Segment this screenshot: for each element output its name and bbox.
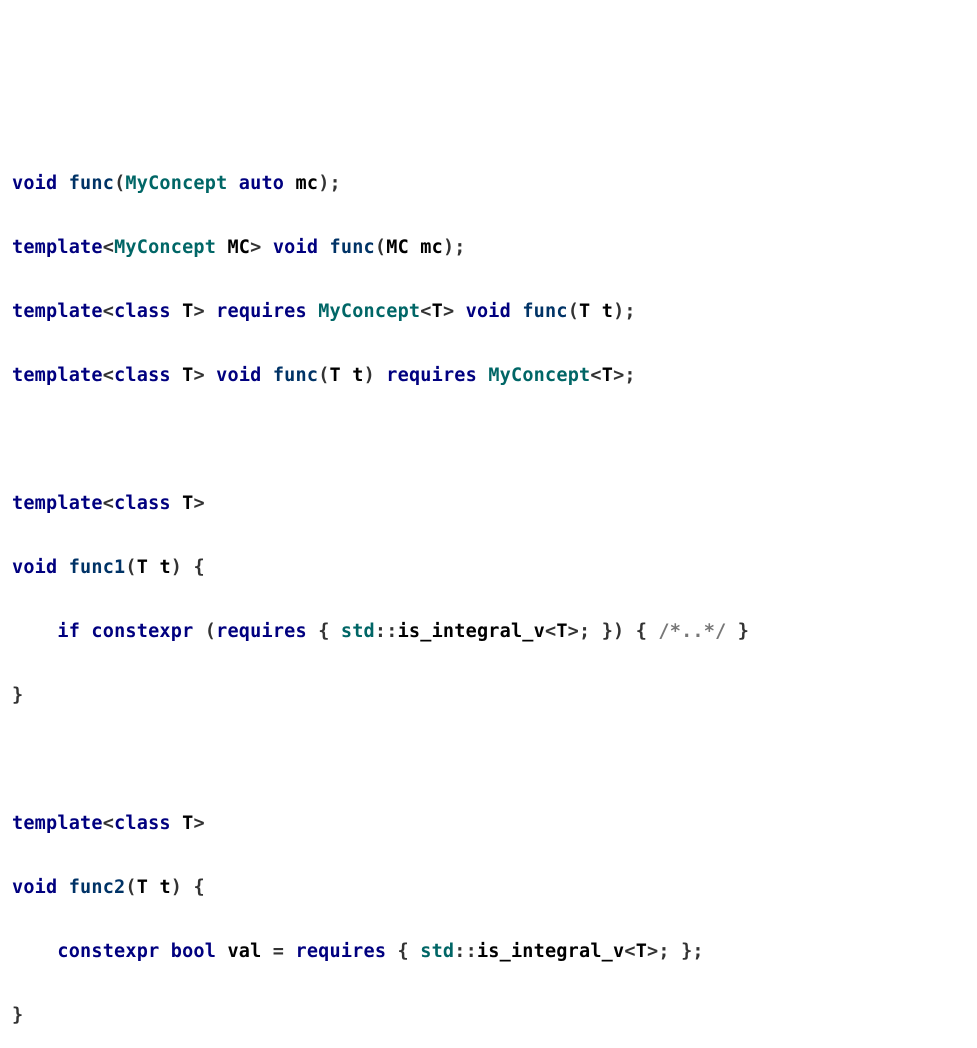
type-param-mc: MC: [227, 237, 250, 258]
param-mc: mc: [296, 173, 319, 194]
type-myconcept: MyConcept: [114, 237, 216, 258]
keyword-void: void: [12, 173, 57, 194]
blank-line: [12, 424, 965, 456]
trait-is-integral-v: is_integral_v: [398, 621, 545, 642]
blank-line: [12, 744, 965, 776]
code-line-7: void func1(T t) {: [12, 552, 965, 584]
code-line-8: if constexpr (requires { std::is_integra…: [12, 616, 965, 648]
keyword-if: if: [57, 621, 80, 642]
function-name-func2: func2: [69, 877, 126, 898]
code-line-13: constexpr bool val = requires { std::is_…: [12, 936, 965, 968]
code-line-9: }: [12, 680, 965, 712]
code-line-1: void func(MyConcept auto mc);: [12, 168, 965, 200]
comment: /*..*/: [658, 621, 726, 642]
var-val: val: [227, 941, 261, 962]
type-myconcept: MyConcept: [125, 173, 227, 194]
code-line-11: template<class T>: [12, 808, 965, 840]
code-line-4: template<class T> void func(T t) require…: [12, 360, 965, 392]
param-t: t: [602, 301, 613, 322]
function-name-func1: func1: [69, 557, 126, 578]
type-param-t: T: [182, 301, 193, 322]
keyword-auto: auto: [239, 173, 284, 194]
keyword-class: class: [114, 301, 171, 322]
code-block: void func(MyConcept auto mc); template<M…: [12, 136, 965, 1048]
code-line-3: template<class T> requires MyConcept<T> …: [12, 296, 965, 328]
code-line-12: void func2(T t) {: [12, 872, 965, 904]
code-line-6: template<class T>: [12, 488, 965, 520]
keyword-template: template: [12, 237, 103, 258]
function-name: func: [69, 173, 114, 194]
code-line-14: }: [12, 1000, 965, 1032]
keyword-constexpr: constexpr: [91, 621, 193, 642]
namespace-std: std: [341, 621, 375, 642]
code-line-2: template<MyConcept MC> void func(MC mc);: [12, 232, 965, 264]
keyword-requires: requires: [216, 301, 307, 322]
keyword-bool: bool: [171, 941, 216, 962]
